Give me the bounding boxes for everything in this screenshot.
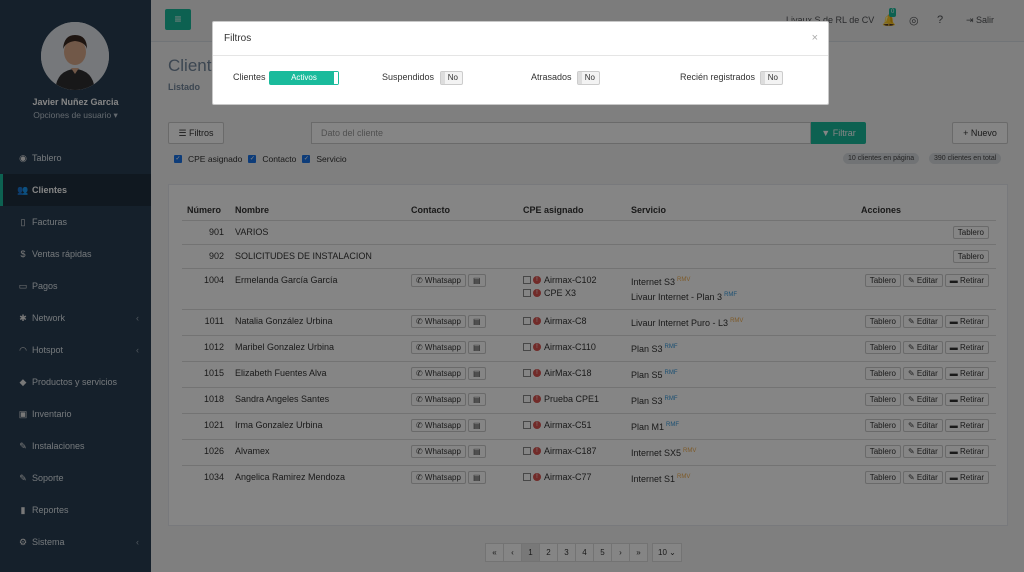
filter-label-atrasados: Atrasados xyxy=(531,72,572,82)
close-icon[interactable]: × xyxy=(812,32,818,44)
suspendidos-toggle[interactable]: No xyxy=(440,71,463,85)
filters-modal: Filtros × Clientes Activos Suspendidos N… xyxy=(212,21,829,105)
atrasados-toggle[interactable]: No xyxy=(577,71,600,85)
toggle-knob xyxy=(578,72,582,84)
toggle-knob xyxy=(441,72,445,84)
clientes-toggle[interactable]: Activos xyxy=(269,71,339,85)
toggle-knob xyxy=(761,72,765,84)
filter-label-suspendidos: Suspendidos xyxy=(382,72,435,82)
toggle-value: No xyxy=(584,73,595,82)
recien-registrados-toggle[interactable]: No xyxy=(760,71,783,85)
filter-label-recien-registrados: Recién registrados xyxy=(680,72,756,82)
toggle-value: No xyxy=(447,73,458,82)
filter-label-clientes: Clientes xyxy=(233,72,266,82)
toggle-value: No xyxy=(767,73,778,82)
toggle-value: Activos xyxy=(291,73,317,82)
modal-title: Filtros xyxy=(213,22,828,56)
toggle-knob xyxy=(334,72,338,84)
